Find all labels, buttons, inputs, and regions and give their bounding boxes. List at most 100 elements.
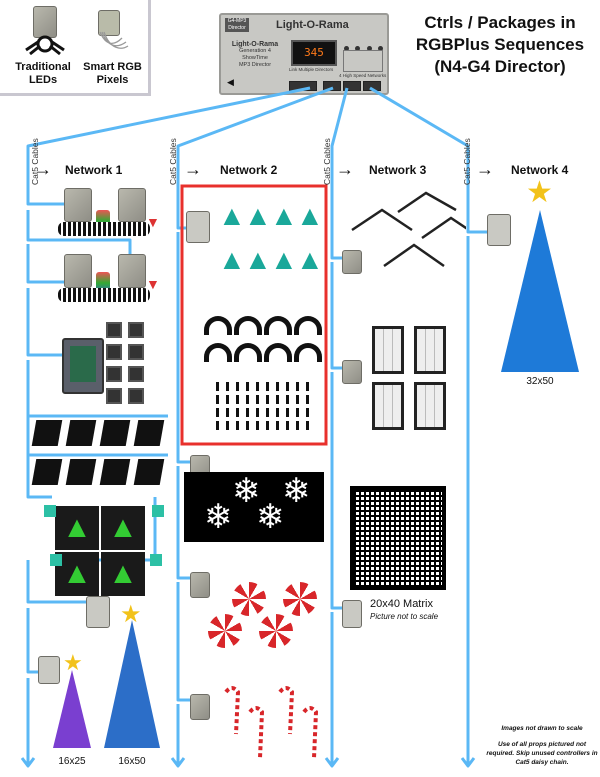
traditional-controller [118,188,146,222]
floodlight-icon [128,344,144,360]
arrow-right-icon: → [476,159,494,179]
pixel-controller [186,211,210,243]
matrix-sublabel: Picture not to scale [370,612,439,621]
candy-cane-icon [224,686,241,735]
window-icon [414,326,446,374]
cable-n2-c [176,582,190,702]
pixel-controller [190,694,210,720]
roof-peak-icon [397,191,457,214]
circuit-board-icon [70,346,96,382]
pixel-matrix [350,486,446,590]
arches [204,316,322,362]
candy-cane-icon [278,686,295,735]
mini-tree-icon: ▲ [218,244,246,275]
cable-n3-a [330,262,345,370]
window-icon [372,382,404,430]
matrix-label: 20x40 Matrix [370,598,433,610]
traditional-controller [118,254,146,288]
mini-tree-icon: ▲ [244,244,272,275]
candy-cane-icon [248,706,265,759]
singing-tree-icon: ▲ [101,552,145,596]
floodlight-icon [65,459,97,485]
cable-bundle-icon [58,222,150,236]
peppermint-icon [208,614,242,648]
floodlight-icon [99,420,131,446]
mini-stakes [216,382,316,432]
snowflake-icon: ❄ [282,472,311,510]
star-icon: ★ [526,176,553,209]
network-2-title: Network 2 [220,163,278,177]
note-scale: Images not drawn to scale [501,725,583,732]
peppermint-icon [283,582,317,616]
tree-label-32x50: 32x50 [526,376,554,387]
traditional-controller [64,188,92,222]
arrow-right-icon: → [34,159,52,179]
arch-icon [204,343,232,362]
mini-trees: ▲ ▲ ▲ ▲ ▲ ▲ ▲ ▲ [218,200,324,286]
floodlight-icon [106,366,122,382]
window-icon [372,326,404,374]
singing-tree-icon: ▲ [55,506,99,550]
arch-icon [234,343,262,362]
floodlight-row [31,459,165,485]
pixel-controller [152,505,164,517]
peppermint-icon [232,582,266,616]
arrow-right-icon: → [336,159,354,179]
network-4-title: Network 4 [511,163,569,177]
pixel-tree-16x50 [104,620,160,748]
floodlight-icon [31,459,63,485]
floodlight-icon [106,388,122,404]
matrix-grid [354,490,442,586]
floodlight-icon [128,388,144,404]
pixel-tree-32x50 [501,210,579,372]
arch-icon [234,316,262,335]
candy-canes [224,686,319,759]
traditional-controller [64,254,92,288]
pixel-controller [342,250,362,274]
cable-n2-a [176,232,190,464]
cable-n1-c [26,288,62,357]
candy-cane-icon [302,706,319,759]
pixel-controller [44,505,56,517]
mini-tree-icon: ▲ [244,200,272,231]
network-1-title: Network 1 [65,163,123,177]
pixel-tree-16x25 [53,670,91,748]
floodlight-icon [106,344,122,360]
tree-label-16x25: 16x25 [58,756,86,767]
floodlight-icon [65,420,97,446]
arch-icon [294,316,322,335]
mini-tree-icon: ▲ [270,200,298,231]
cable-bundle-icon [58,288,150,302]
floodlight-icon [99,459,131,485]
peppermint-icon [259,614,293,648]
pixel-controller [342,360,362,384]
note-usage: Use of all props pictured not required. … [486,741,598,766]
arrow-right-icon: → [184,159,202,179]
floodlight-controller [62,338,104,394]
arch-icon [294,343,322,362]
windows [372,326,446,430]
floodlight-icon [133,459,165,485]
mini-tree-icon: ▲ [218,200,246,231]
small-floodlights [106,322,146,404]
arch-icon [264,316,292,335]
snowflake-icon: ❄ [204,498,233,536]
floodlight-icon [128,322,144,338]
snowflakes-panel: ❄ ❄ ❄ ❄ [184,472,324,542]
roof-peak-icon [351,208,413,232]
cat5-label-2: Cat5 Cables [168,138,178,185]
singing-trees: ▲ ▲ ▲ ▲ [55,506,145,596]
arch-icon [264,343,292,362]
cable-n3-b [330,372,345,610]
cat5-label-3: Cat5 Cables [322,138,332,185]
pixel-controller [150,554,162,566]
cat5-label-4: Cat5 Cables [462,138,472,185]
mini-tree-icon: ▲ [296,200,324,231]
network-3-title: Network 3 [369,163,427,177]
snowflake-icon: ❄ [256,498,285,536]
pixel-controller [50,554,62,566]
pixel-controller [342,600,362,628]
floodlight-icon [128,366,144,382]
arch-icon [204,316,232,335]
pixel-controller [190,572,210,598]
